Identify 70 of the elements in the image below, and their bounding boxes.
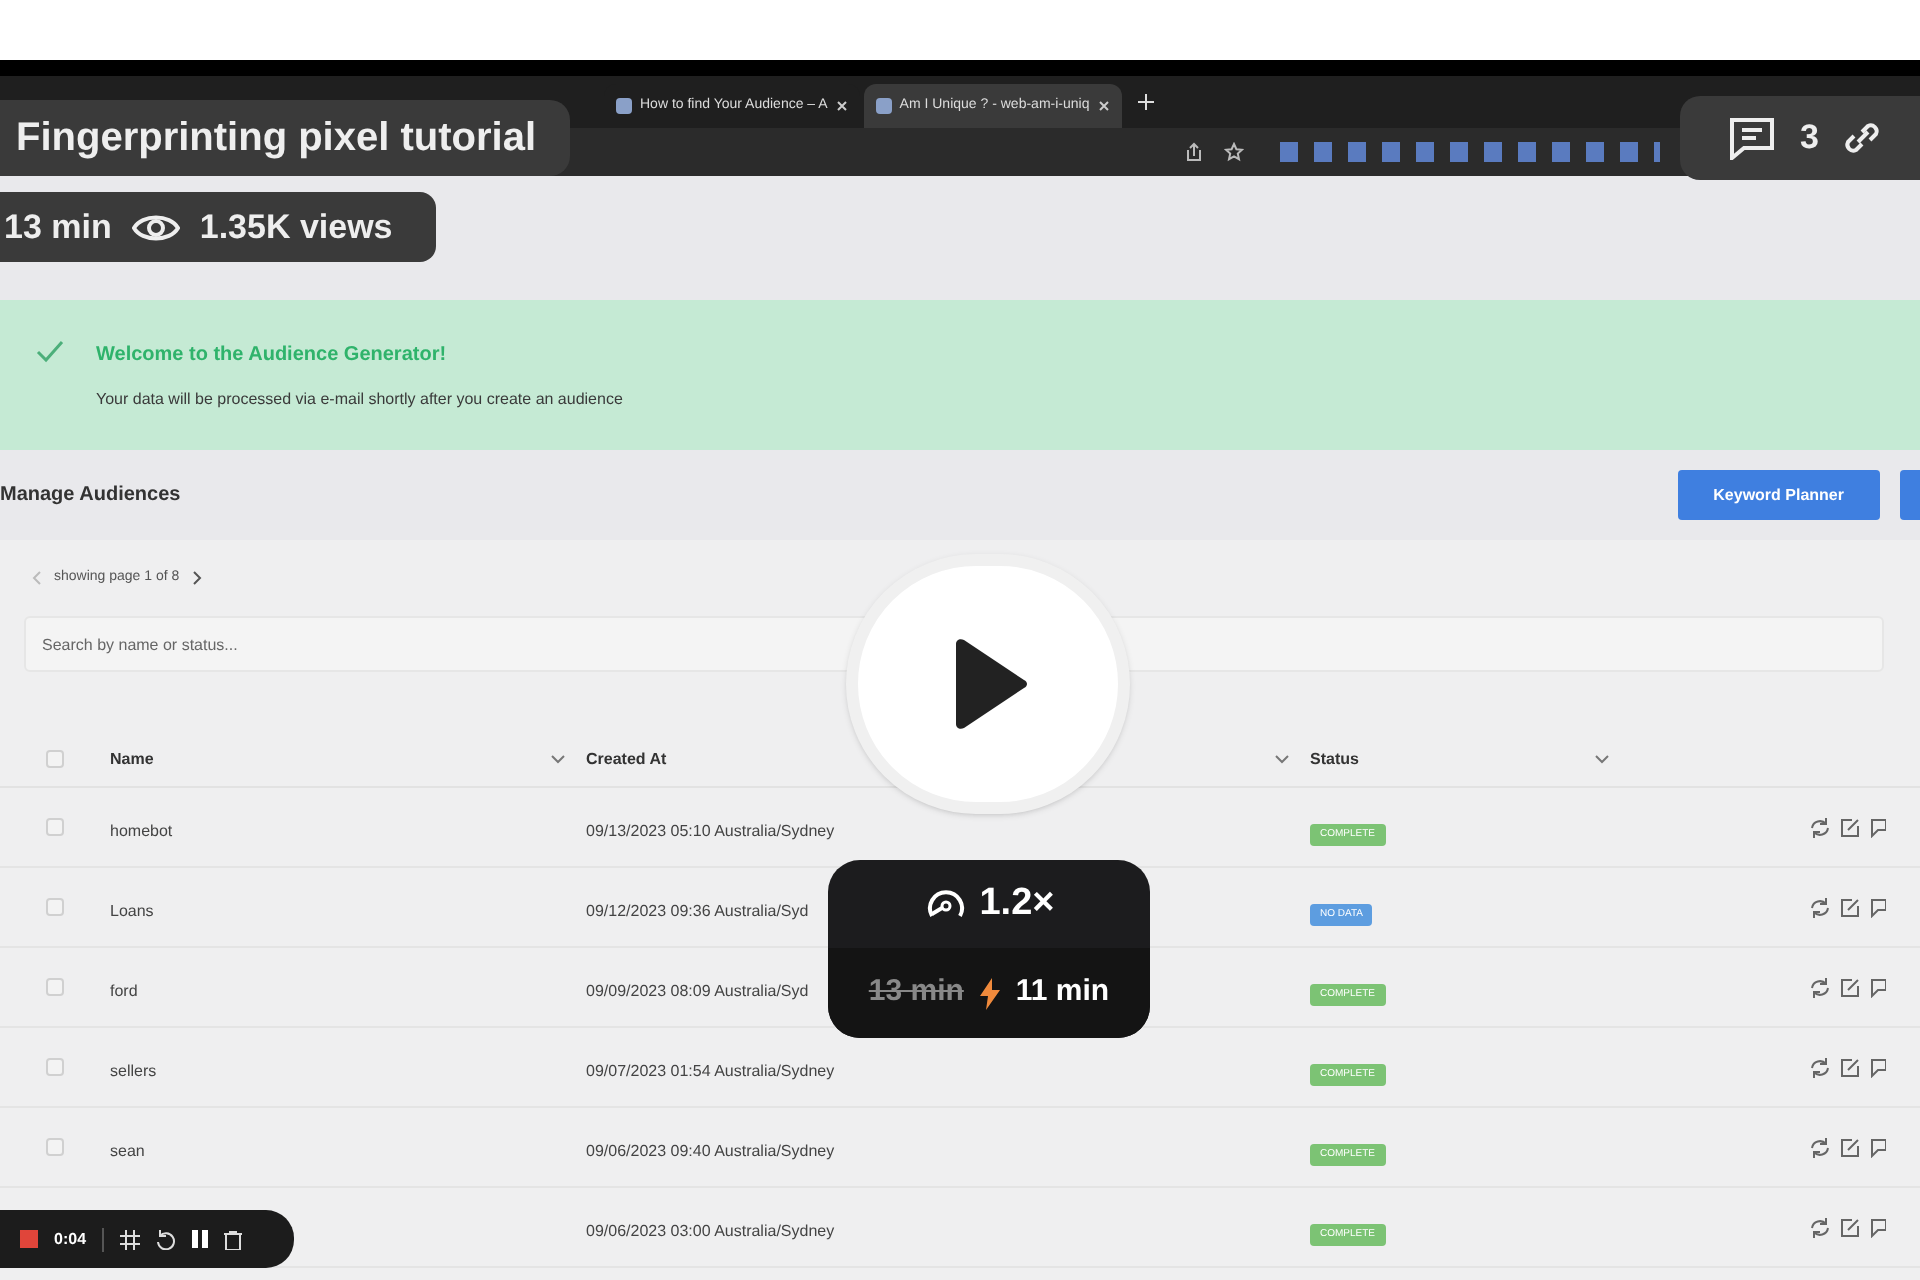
table-cell: 09/09/2023 08:09 Australia/Syd [586, 981, 809, 999]
favicon-icon [875, 98, 892, 114]
checkbox[interactable] [46, 750, 64, 768]
share-icon[interactable] [1184, 142, 1204, 162]
grid-icon[interactable] [120, 1229, 141, 1249]
table-cell: 09/12/2023 09:36 Australia/Syd [586, 901, 809, 919]
refresh-icon[interactable] [1810, 1137, 1830, 1157]
edit-icon[interactable] [1840, 817, 1860, 837]
comment-icon[interactable] [1870, 977, 1886, 997]
table-cell: sean [110, 1141, 145, 1159]
close-icon[interactable] [835, 100, 848, 112]
table-cell: Loans [110, 901, 154, 919]
comment-icon[interactable] [1870, 817, 1886, 837]
checkbox[interactable] [46, 978, 64, 996]
view-count: 1.35K views [199, 205, 393, 250]
refresh-icon[interactable] [1810, 1057, 1830, 1077]
extension-icons[interactable] [1280, 142, 1660, 162]
table-cell: 09/06/2023 03:00 Australia/Sydney [586, 1221, 835, 1239]
checkbox[interactable] [46, 818, 64, 836]
edit-icon[interactable] [1840, 1137, 1860, 1157]
edit-icon[interactable] [1840, 897, 1860, 917]
table-cell: 09/06/2023 09:40 Australia/Sydney [586, 1141, 835, 1159]
reduced-duration: 11 min [1015, 972, 1110, 1013]
comment-count: 3 [1800, 116, 1819, 161]
lightning-icon [979, 977, 1000, 1009]
link-icon[interactable] [1842, 118, 1883, 158]
close-icon[interactable] [1097, 100, 1110, 112]
chevron-down-icon[interactable] [550, 754, 566, 764]
edit-icon[interactable] [1840, 1217, 1860, 1237]
keyword-planner-button[interactable]: Keyword Planner [1677, 470, 1880, 520]
next-page-icon[interactable] [191, 570, 202, 586]
edit-icon[interactable] [1840, 977, 1860, 997]
checkbox[interactable] [46, 1138, 64, 1156]
column-header: Name [110, 747, 154, 771]
pause-icon[interactable] [192, 1230, 209, 1248]
speed-rate: 1.2× [979, 879, 1055, 928]
comment-icon[interactable] [1870, 1217, 1886, 1237]
recording-time: 0:04 [54, 1227, 87, 1251]
refresh-icon[interactable] [1810, 817, 1830, 837]
column-header: Created At [586, 747, 667, 771]
page-title: Manage Audiences [0, 482, 181, 510]
video-duration: 13 min [4, 205, 112, 250]
comment-icon[interactable] [1870, 1137, 1886, 1157]
check-icon [36, 340, 64, 364]
table-cell: 09/07/2023 01:54 Australia/Sydney [586, 1061, 835, 1079]
banner-message: Your data will be processed via e-mail shortly after you create an audience [96, 388, 623, 412]
restart-icon[interactable] [156, 1229, 177, 1249]
eye-icon [131, 211, 180, 243]
comment-icon[interactable] [1870, 1057, 1886, 1077]
table-cell: sellers [110, 1061, 157, 1079]
video-title: Fingerprinting pixel tutorial [16, 114, 536, 164]
refresh-icon[interactable] [1810, 977, 1830, 997]
chevron-down-icon[interactable] [1274, 754, 1290, 764]
table-cell: homebot [110, 821, 173, 839]
column-header: Status [1310, 747, 1359, 771]
favicon-icon [616, 98, 632, 114]
star-icon[interactable] [1224, 142, 1244, 162]
table-cell: ford [110, 981, 138, 999]
comment-icon[interactable] [1870, 897, 1886, 917]
chevron-down-icon[interactable] [1594, 754, 1610, 764]
trash-icon[interactable] [224, 1229, 243, 1249]
refresh-icon[interactable] [1810, 1217, 1830, 1237]
checkbox[interactable] [46, 898, 64, 916]
original-duration: 13 min [868, 972, 964, 1013]
new-tab-icon[interactable] [1137, 94, 1154, 110]
table-cell: 09/13/2023 05:10 Australia/Sydney [586, 821, 835, 839]
checkbox[interactable] [46, 1058, 64, 1076]
edit-icon[interactable] [1840, 1057, 1860, 1077]
refresh-icon[interactable] [1810, 897, 1830, 917]
banner-title: Welcome to the Audience Generator! [96, 342, 449, 370]
